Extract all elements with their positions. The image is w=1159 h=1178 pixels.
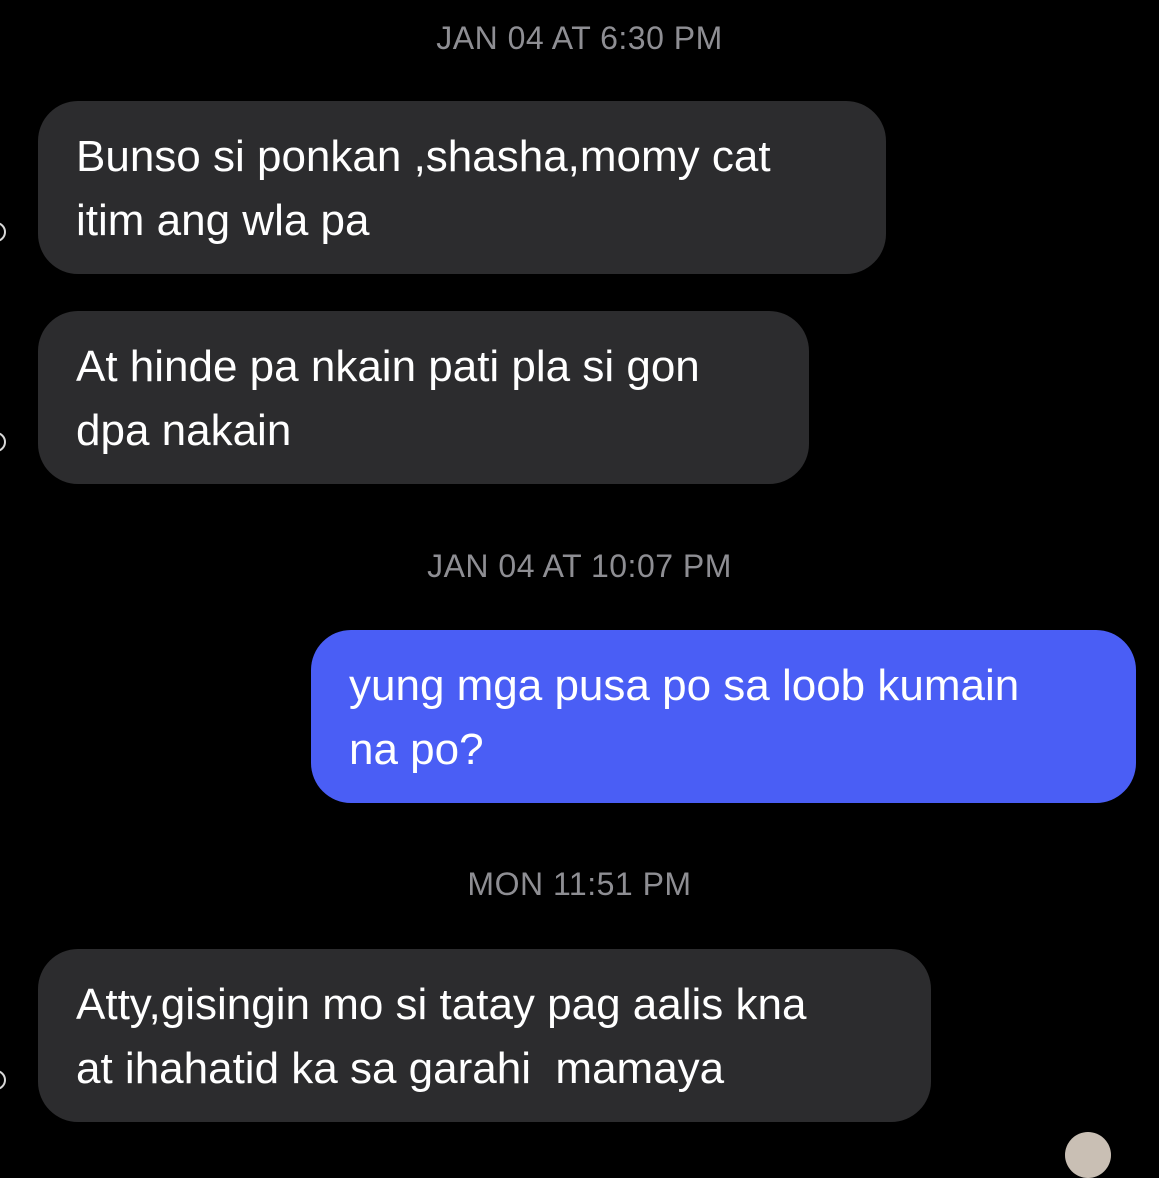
message-bubble-incoming[interactable]: At hinde pa nkain pati pla si gon dpa na… bbox=[38, 311, 809, 484]
timestamp-3: MON 11:51 PM bbox=[467, 866, 692, 902]
sender-avatar[interactable] bbox=[0, 1070, 6, 1090]
timestamp-2: JAN 04 AT 10:07 PM bbox=[427, 548, 732, 584]
read-receipt-avatar bbox=[1065, 1132, 1111, 1178]
message-bubble-outgoing[interactable]: yung mga pusa po sa loob kumain na po? bbox=[311, 630, 1136, 803]
sender-avatar[interactable] bbox=[0, 222, 6, 242]
sender-avatar[interactable] bbox=[0, 432, 6, 452]
timestamp-1: JAN 04 AT 6:30 PM bbox=[436, 20, 723, 56]
message-bubble-incoming[interactable]: Bunso si ponkan ,shasha,momy cat itim an… bbox=[38, 101, 886, 274]
message-bubble-incoming[interactable]: Atty,gisingin mo si tatay pag aalis kna … bbox=[38, 949, 931, 1122]
